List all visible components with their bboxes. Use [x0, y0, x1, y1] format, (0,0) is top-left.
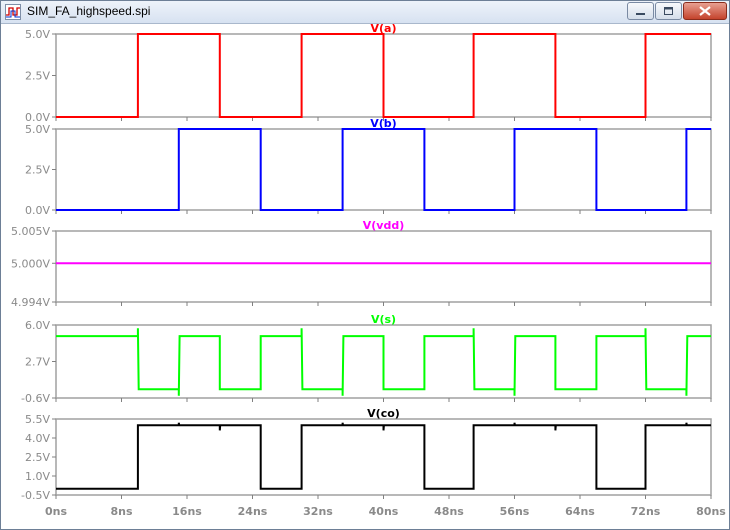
minimize-button[interactable] — [627, 2, 654, 20]
pane-frame — [55, 128, 712, 211]
pane-frame — [55, 230, 712, 303]
y-tick-label: 5.5V — [25, 413, 50, 426]
waveform-viewer-window: SIM_FA_highspeed.spi 0.0V 2.5V 5.0V V(a) 0.0… — [0, 0, 730, 530]
x-tick-label: 64ns — [565, 505, 595, 518]
y-tick-label: -0.5V — [21, 489, 50, 502]
x-tick-label: 8ns — [110, 505, 132, 518]
pane-vco[interactable]: -0.5V 1.0V 2.5V 4.0V 5.5V V(co) — [21, 407, 712, 502]
y-tick-label: 4.994V — [11, 296, 50, 309]
y-tick-label: 5.000V — [11, 257, 50, 270]
y-tick-label: 0.0V — [25, 204, 50, 217]
trace-label[interactable]: V(vdd) — [363, 219, 405, 232]
y-tick-label: 2.5V — [25, 451, 50, 464]
x-axis: 0ns 8ns 16ns 24ns 32ns 40ns 48ns 56ns 64ns 72ns 80… — [45, 505, 726, 518]
y-tick-label: 5.005V — [11, 225, 50, 238]
x-tick-label: 24ns — [238, 505, 268, 518]
maximize-button[interactable] — [655, 2, 682, 20]
x-tick-label: 72ns — [631, 505, 661, 518]
pane-vb[interactable]: 0.0V 2.5V 5.0V V(b) — [25, 117, 712, 217]
window-title: SIM_FA_highspeed.spi — [27, 4, 151, 18]
waveform-icon — [5, 4, 21, 20]
trace-label[interactable]: V(a) — [371, 23, 397, 35]
y-tick-label: 5.0V — [25, 28, 50, 41]
plot-area[interactable]: 0.0V2.5V5.0V V(a)0.0V2.5V5.0V V(b)4.994V5.… — [1, 23, 729, 530]
title-bar[interactable]: SIM_FA_highspeed.spi — [1, 1, 729, 24]
x-tick-label: 32ns — [303, 505, 333, 518]
y-tick-label: 2.7V — [25, 356, 50, 369]
y-tick-label: 5.0V — [25, 123, 50, 136]
y-tick-label: -0.6V — [21, 392, 50, 405]
pane-vs[interactable]: -0.6V 2.7V 6.0V V(s) — [21, 313, 712, 405]
x-tick-label: 0ns — [45, 505, 67, 518]
pane-va[interactable]: 0.0V2.5V5.0V V(a) — [25, 23, 712, 124]
trace-label[interactable]: V(co) — [367, 407, 400, 420]
x-tick-label: 80ns — [696, 505, 726, 518]
y-tick-label: 4.0V — [25, 432, 50, 445]
y-tick-label: 6.0V — [25, 319, 50, 332]
y-tick-label: 2.5V — [25, 164, 50, 177]
y-tick-label: 1.0V — [25, 470, 50, 483]
close-button[interactable] — [683, 2, 727, 20]
x-tick-label: 16ns — [172, 505, 202, 518]
trace-label[interactable]: V(s) — [371, 313, 396, 326]
x-tick-label: 48ns — [434, 505, 464, 518]
trace-label[interactable]: V(b) — [370, 117, 396, 130]
x-tick-label: 40ns — [369, 505, 399, 518]
y-tick-label: 2.5V — [25, 70, 50, 83]
x-tick-label: 56ns — [500, 505, 530, 518]
pane-vvdd[interactable]: 4.994V 5.000V 5.005V V(vdd) — [11, 219, 712, 309]
